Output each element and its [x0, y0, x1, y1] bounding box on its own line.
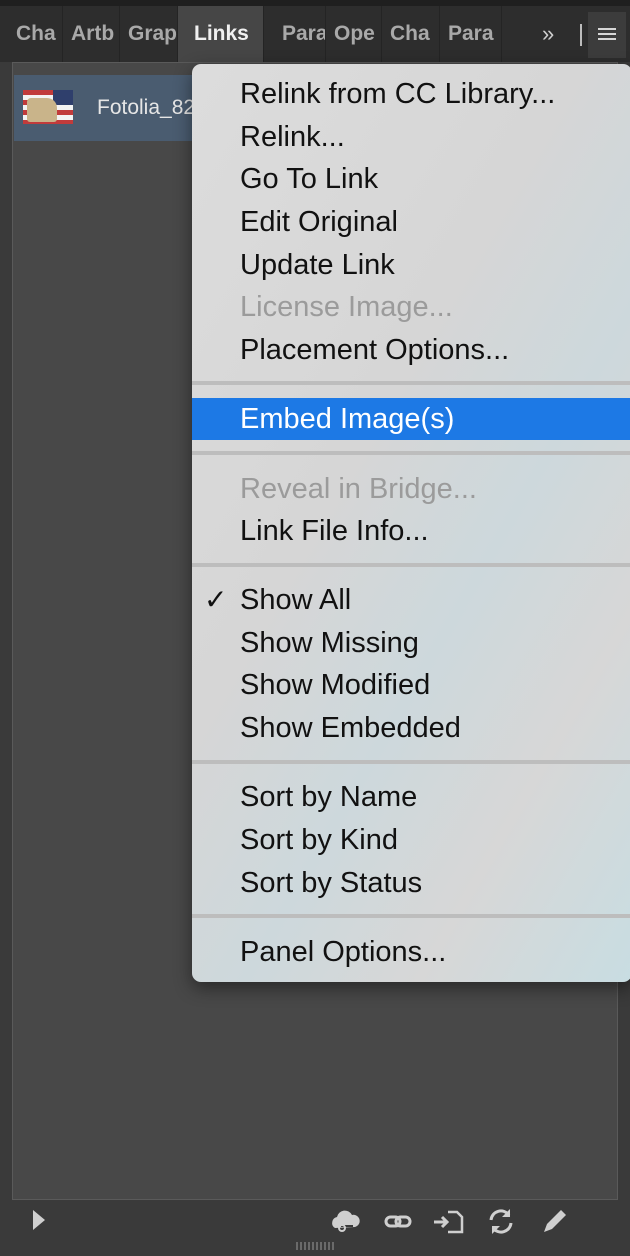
panel-menu-button[interactable] [588, 12, 626, 58]
menu-item-sort-by-kind[interactable]: Sort by Kind [192, 820, 630, 860]
menu-item-link-file-info[interactable]: Link File Info... [192, 511, 630, 551]
menu-item-show-modified[interactable]: Show Modified [192, 665, 630, 705]
menu-item-label: Show All [240, 584, 352, 616]
menu-item-show-all[interactable]: ✓ Show All [192, 580, 630, 620]
checkmark-icon: ✓ [204, 584, 228, 615]
tab-divider [580, 24, 582, 46]
menu-item-relink[interactable]: Relink... [192, 117, 630, 157]
play-icon[interactable] [33, 1210, 45, 1230]
tab-artboards[interactable]: Artb [63, 6, 120, 62]
edit-original-icon[interactable] [538, 1206, 572, 1236]
tab-paragraph-styles[interactable]: Para [440, 6, 502, 62]
menu-item-edit-original[interactable]: Edit Original [192, 202, 630, 242]
menu-item-update-link[interactable]: Update Link [192, 245, 630, 285]
menu-item-go-to-link[interactable]: Go To Link [192, 159, 630, 199]
menu-item-show-embedded[interactable]: Show Embedded [192, 708, 630, 748]
menu-item-panel-options[interactable]: Panel Options... [192, 932, 630, 972]
menu-item-sort-by-status[interactable]: Sort by Status [192, 863, 630, 903]
panel-tab-bar: Cha Artb Grap Links Para Ope Cha Para » [0, 0, 630, 62]
menu-item-embed-images[interactable]: Embed Image(s) [192, 398, 630, 440]
menu-separator [192, 914, 630, 918]
tab-links[interactable]: Links [178, 6, 264, 62]
menu-item-license-image: License Image... [240, 291, 453, 323]
menu-separator [192, 760, 630, 764]
menu-item-show-missing[interactable]: Show Missing [192, 623, 630, 663]
link-list-item[interactable]: Fotolia_82 [14, 75, 214, 141]
resize-grip[interactable] [296, 1242, 334, 1250]
links-panel-flyout-menu: Relink from CC Library... Relink... Go T… [192, 64, 630, 982]
tab-opentype[interactable]: Ope [326, 6, 382, 62]
menu-item-reveal-in-bridge: Reveal in Bridge... [240, 473, 477, 505]
tab-character[interactable]: Cha [8, 6, 63, 62]
tab-graphic-styles[interactable]: Grap [120, 6, 178, 62]
link-icon[interactable] [382, 1206, 416, 1236]
link-filename: Fotolia_82 [97, 96, 196, 119]
menu-item-sort-by-name[interactable]: Sort by Name [192, 777, 630, 817]
menu-item-relink-from-cc-library[interactable]: Relink from CC Library... [192, 74, 630, 114]
links-bottom-toolbar [0, 1200, 630, 1256]
place-icon[interactable] [432, 1206, 466, 1236]
menu-separator [192, 381, 630, 385]
update-link-icon[interactable] [484, 1206, 518, 1236]
tab-character-styles[interactable]: Cha [382, 6, 440, 62]
cc-library-icon[interactable] [328, 1206, 362, 1236]
link-thumbnail [23, 90, 73, 124]
tab-overflow-button[interactable]: » [542, 6, 554, 62]
menu-separator [192, 563, 630, 567]
menu-separator [192, 451, 630, 455]
menu-item-placement-options[interactable]: Placement Options... [192, 330, 630, 370]
tab-paragraph[interactable]: Para [274, 6, 326, 62]
